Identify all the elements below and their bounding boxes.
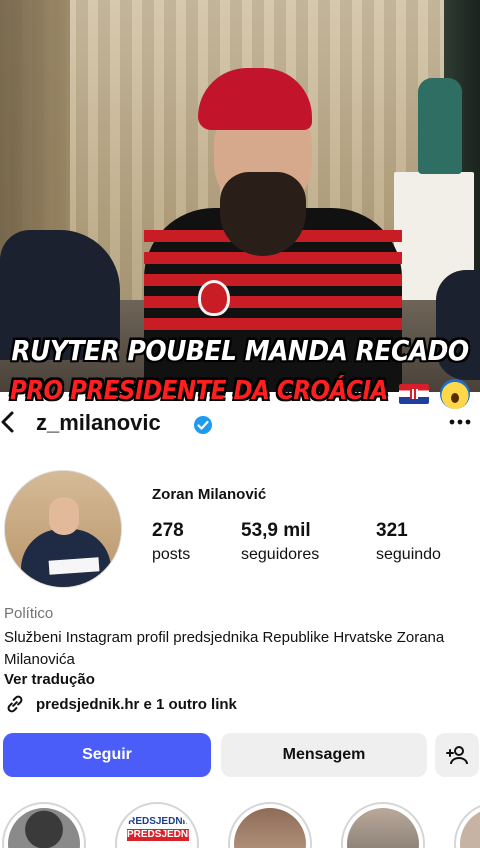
profile-link-text: predsjednik.hr e 1 outro link bbox=[36, 695, 237, 713]
back-arrow-icon[interactable] bbox=[0, 410, 16, 434]
highlight-title: PREDSJEDNIK bbox=[121, 816, 193, 827]
profile-links[interactable]: predsjednik.hr e 1 outro link bbox=[4, 693, 237, 715]
follow-button[interactable]: Seguir bbox=[3, 733, 211, 777]
video-headline: RUYTER POUBEL MANDA RECADO PRO PRESIDENT… bbox=[0, 334, 480, 409]
instagram-profile: z_milanovic Zoran Milanović 278 posts 53… bbox=[0, 392, 480, 848]
suggested-people-button[interactable] bbox=[435, 733, 479, 777]
verified-badge-icon bbox=[194, 416, 212, 434]
stat-followers-value: 53,9 mil bbox=[241, 520, 311, 541]
stat-posts[interactable]: 278 posts bbox=[152, 520, 190, 564]
stat-following-label: seguindo bbox=[376, 546, 441, 563]
story-highlights: PREDSJEDNIK PREDSJEDNIKA bbox=[0, 802, 480, 848]
face-screaming-emoji-icon bbox=[440, 378, 471, 409]
highlight-item[interactable] bbox=[2, 802, 86, 848]
see-translation-link[interactable]: Ver tradução bbox=[4, 671, 95, 688]
stat-followers[interactable]: 53,9 mil seguidores bbox=[241, 520, 319, 564]
video-frame bbox=[0, 0, 480, 392]
more-options-icon[interactable] bbox=[448, 418, 472, 426]
croatia-flag-icon bbox=[398, 383, 429, 404]
stat-followers-label: seguidores bbox=[241, 546, 320, 563]
add-person-icon bbox=[446, 746, 468, 765]
link-icon bbox=[7, 695, 23, 713]
profile-bio: Službeni Instagram profil predsjednika R… bbox=[4, 629, 445, 668]
highlight-item[interactable] bbox=[341, 802, 425, 848]
highlight-badge: PREDSJEDNIKA bbox=[127, 829, 193, 841]
headline-line-1: RUYTER POUBEL MANDA RECADO bbox=[11, 334, 469, 367]
highlight-item[interactable] bbox=[454, 802, 480, 848]
stat-following-value: 321 bbox=[376, 520, 408, 541]
jersey-crest bbox=[198, 280, 230, 316]
message-button[interactable]: Mensagem bbox=[221, 733, 427, 777]
stat-posts-value: 278 bbox=[152, 520, 184, 541]
profile-full-name: Zoran Milanović bbox=[152, 486, 267, 503]
highlight-item[interactable]: PREDSJEDNIK PREDSJEDNIKA bbox=[115, 802, 199, 848]
profile-username: z_milanovic bbox=[36, 410, 161, 435]
stat-following[interactable]: 321 seguindo bbox=[376, 520, 441, 564]
stat-posts-label: posts bbox=[152, 546, 191, 563]
background-statue bbox=[418, 78, 462, 174]
person-beard bbox=[220, 172, 306, 256]
profile-avatar[interactable] bbox=[4, 470, 122, 588]
profile-category: Político bbox=[4, 605, 54, 622]
headline-line-2: PRO PRESIDENTE DA CROÁCIA bbox=[9, 376, 388, 406]
highlight-item[interactable] bbox=[228, 802, 312, 848]
